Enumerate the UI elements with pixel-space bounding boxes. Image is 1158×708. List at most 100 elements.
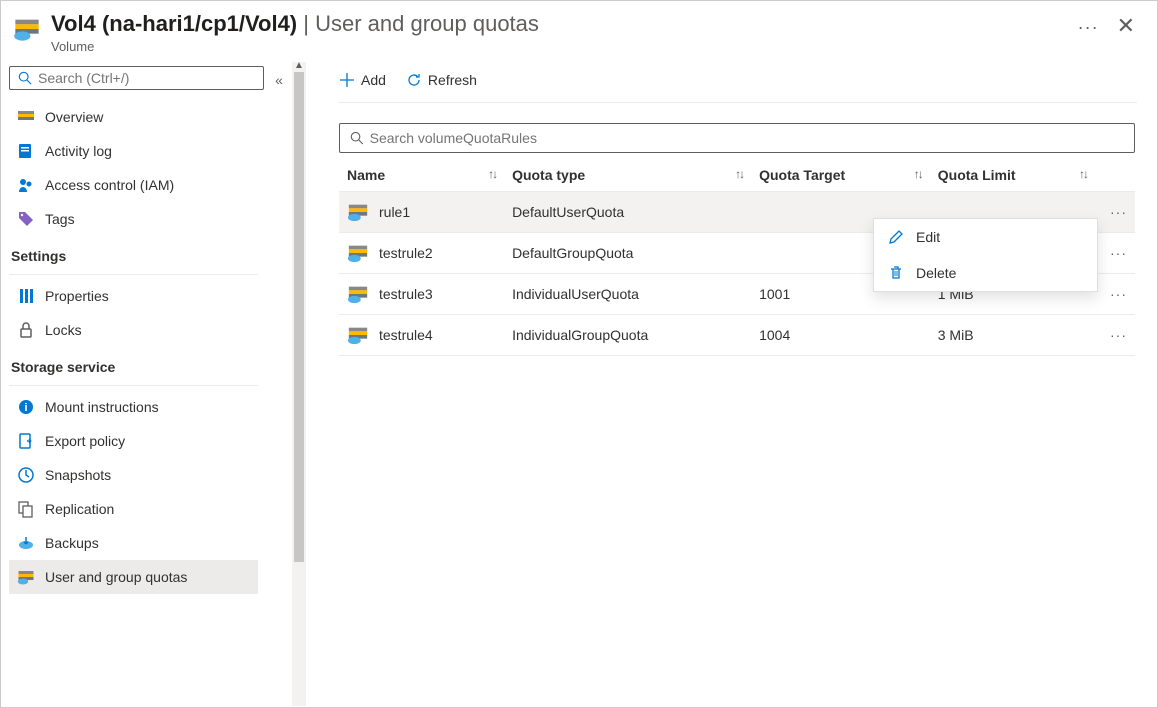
add-button-label: Add [361, 72, 386, 88]
refresh-button[interactable]: Refresh [406, 72, 477, 88]
row-more-button[interactable]: ··· [1095, 192, 1135, 233]
column-header-quota-type[interactable]: Quota type↑↓ [504, 159, 751, 192]
sidebar-item-activity-log[interactable]: Activity log [9, 134, 258, 168]
properties-icon [17, 287, 35, 305]
header-more-button[interactable]: ··· [1066, 17, 1111, 38]
sidebar-item-user-group-quotas[interactable]: User and group quotas [9, 560, 258, 594]
row-more-button[interactable]: ··· [1095, 274, 1135, 315]
rule-type: IndividualUserQuota [504, 274, 751, 315]
sidebar-item-label: Backups [45, 535, 99, 551]
page-title: Vol4 (na-hari1/cp1/Vol4) | User and grou… [51, 11, 1066, 37]
sort-icon[interactable]: ↑↓ [914, 167, 922, 181]
rule-type: DefaultUserQuota [504, 192, 751, 233]
delete-icon [888, 265, 904, 281]
rule-limit: 3 MiB [930, 315, 1095, 356]
sort-icon[interactable]: ↑↓ [488, 167, 496, 181]
locks-icon [17, 321, 35, 339]
column-header-quota-target[interactable]: Quota Target↑↓ [751, 159, 930, 192]
sidebar-item-label: Snapshots [45, 467, 111, 483]
column-header-name[interactable]: Name↑↓ [339, 159, 504, 192]
sidebar-item-label: Mount instructions [45, 399, 159, 415]
quota-rules-search-input[interactable] [370, 130, 1124, 146]
sidebar-scrollbar[interactable]: ▲ [292, 62, 306, 706]
toolbar: Add Refresh [339, 62, 1137, 103]
sidebar-item-export-policy[interactable]: Export policy [9, 424, 258, 458]
sidebar-item-mount-instructions[interactable]: i Mount instructions [9, 390, 258, 424]
sidebar-item-backups[interactable]: Backups [9, 526, 258, 560]
quota-rules-search[interactable] [339, 123, 1135, 153]
rule-target: 1004 [751, 315, 930, 356]
main-content: Add Refresh Name↑↓ Quota type↑↓ Quota Ta… [311, 62, 1157, 706]
row-context-menu: Edit Delete [873, 218, 1098, 292]
sidebar-search-input[interactable] [38, 70, 255, 86]
context-menu-label: Delete [916, 265, 956, 281]
context-menu-label: Edit [916, 229, 940, 245]
sidebar-group-storage-service: Storage service [9, 347, 258, 381]
edit-icon [888, 229, 904, 245]
row-more-button[interactable]: ··· [1095, 233, 1135, 274]
sidebar-item-label: Activity log [45, 143, 112, 159]
sidebar-item-label: Locks [45, 322, 82, 338]
export-policy-icon [17, 432, 35, 450]
sidebar-item-label: Overview [45, 109, 103, 125]
header-title-block: Vol4 (na-hari1/cp1/Vol4) | User and grou… [51, 11, 1066, 54]
context-menu-edit[interactable]: Edit [874, 219, 1097, 255]
close-button[interactable]: ✕ [1111, 11, 1141, 41]
quota-rule-icon [347, 283, 369, 305]
sidebar-item-label: Properties [45, 288, 109, 304]
rule-name: rule1 [379, 204, 410, 220]
refresh-button-label: Refresh [428, 72, 477, 88]
column-header-quota-limit[interactable]: Quota Limit↑↓ [930, 159, 1095, 192]
add-button[interactable]: Add [339, 72, 386, 88]
sidebar-item-label: Access control (IAM) [45, 177, 174, 193]
rule-name: testrule2 [379, 245, 433, 261]
quota-rule-icon [347, 324, 369, 346]
scroll-up-icon[interactable]: ▲ [292, 60, 306, 71]
volume-resource-icon [13, 15, 41, 43]
sidebar-item-label: Tags [45, 211, 75, 227]
quota-rule-icon [347, 242, 369, 264]
context-menu-delete[interactable]: Delete [874, 255, 1097, 291]
svg-text:i: i [24, 402, 27, 414]
search-icon [350, 131, 364, 145]
overview-icon [17, 108, 35, 126]
plus-icon [339, 72, 355, 88]
quota-rule-icon [347, 201, 369, 223]
replication-icon [17, 500, 35, 518]
page-header: Vol4 (na-hari1/cp1/Vol4) | User and grou… [1, 1, 1157, 62]
mount-icon: i [17, 398, 35, 416]
sidebar-search[interactable] [9, 66, 264, 90]
table-row[interactable]: testrule4 IndividualGroupQuota 1004 3 Mi… [339, 315, 1135, 356]
row-more-button[interactable]: ··· [1095, 315, 1135, 356]
rule-type: IndividualGroupQuota [504, 315, 751, 356]
sidebar-item-label: Export policy [45, 433, 125, 449]
sidebar-item-overview[interactable]: Overview [9, 100, 258, 134]
sidebar-item-tags[interactable]: Tags [9, 202, 258, 236]
sidebar-collapse-button[interactable]: « [266, 62, 292, 706]
access-control-icon [17, 176, 35, 194]
refresh-icon [406, 72, 422, 88]
sidebar-item-snapshots[interactable]: Snapshots [9, 458, 258, 492]
tags-icon [17, 210, 35, 228]
divider [9, 385, 258, 386]
activity-log-icon [17, 142, 35, 160]
rule-type: DefaultGroupQuota [504, 233, 751, 274]
sort-icon[interactable]: ↑↓ [1079, 167, 1087, 181]
search-icon [18, 71, 32, 85]
quotas-icon [17, 568, 35, 586]
sidebar-item-properties[interactable]: Properties [9, 279, 258, 313]
sidebar-item-replication[interactable]: Replication [9, 492, 258, 526]
sidebar-item-label: User and group quotas [45, 569, 187, 585]
rule-name: testrule3 [379, 286, 433, 302]
sidebar-item-locks[interactable]: Locks [9, 313, 258, 347]
divider [9, 274, 258, 275]
title-main: Vol4 (na-hari1/cp1/Vol4) [51, 11, 297, 36]
sort-icon[interactable]: ↑↓ [735, 167, 743, 181]
sidebar: Overview Activity log Access control (IA… [1, 62, 266, 706]
sidebar-group-settings: Settings [9, 236, 258, 270]
sidebar-item-access-control[interactable]: Access control (IAM) [9, 168, 258, 202]
title-section: User and group quotas [315, 11, 539, 36]
scroll-thumb[interactable] [294, 72, 304, 562]
snapshots-icon [17, 466, 35, 484]
rule-name: testrule4 [379, 327, 433, 343]
